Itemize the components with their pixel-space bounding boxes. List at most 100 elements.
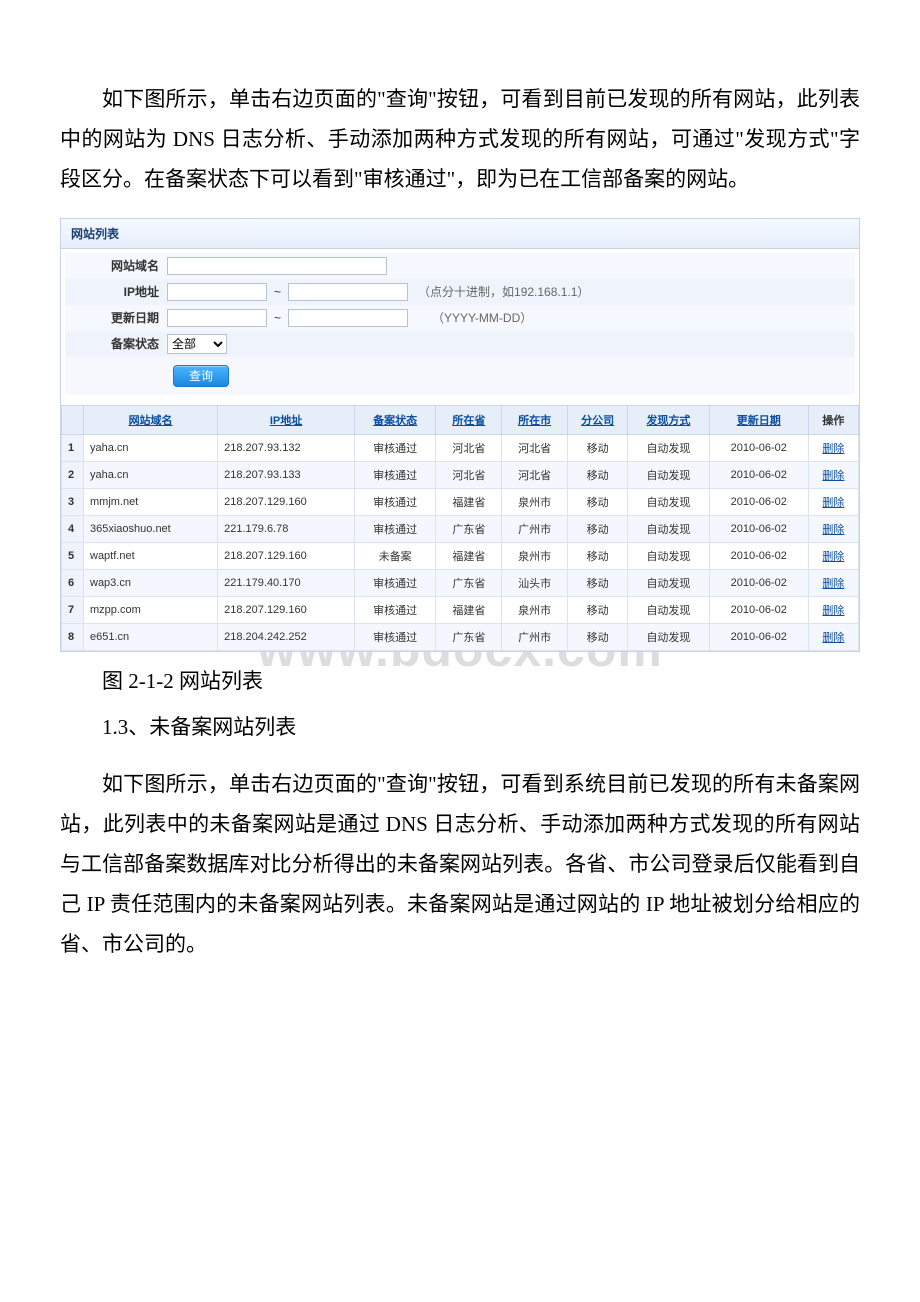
table-row: 6wap3.cn221.179.40.170审核通过广东省汕头市移动自动发现20… — [62, 569, 859, 596]
cell-domain: mzpp.com — [84, 596, 218, 623]
table-row: 7mzpp.com218.207.129.160审核通过福建省泉州市移动自动发现… — [62, 596, 859, 623]
col-method[interactable]: 发现方式 — [628, 405, 710, 434]
table-row: 5waptf.net218.207.129.160未备案福建省泉州市移动自动发现… — [62, 542, 859, 569]
domain-input[interactable] — [167, 257, 387, 275]
label-ip: IP地址 — [65, 283, 167, 300]
cell-op: 删除 — [808, 596, 858, 623]
cell-ip: 218.207.129.160 — [218, 542, 355, 569]
delete-link[interactable]: 删除 — [822, 632, 844, 644]
cell-domain: 365xiaoshuo.net — [84, 515, 218, 542]
status-select[interactable]: 全部 — [167, 334, 227, 354]
button-row: 查询 — [65, 357, 855, 395]
cell-domain: yaha.cn — [84, 434, 218, 461]
delete-link[interactable]: 删除 — [822, 578, 844, 590]
delete-link[interactable]: 删除 — [822, 497, 844, 509]
delete-link[interactable]: 删除 — [822, 605, 844, 617]
cell-city: 广州市 — [502, 515, 568, 542]
cell-idx: 2 — [62, 461, 84, 488]
cell-city: 汕头市 — [502, 569, 568, 596]
delete-link[interactable]: 删除 — [822, 470, 844, 482]
delete-link[interactable]: 删除 — [822, 551, 844, 563]
col-date[interactable]: 更新日期 — [709, 405, 808, 434]
cell-method: 自动发现 — [628, 515, 710, 542]
cell-branch: 移动 — [568, 434, 628, 461]
cell-date: 2010-06-02 — [709, 596, 808, 623]
ip-from-input[interactable] — [167, 283, 267, 301]
cell-branch: 移动 — [568, 569, 628, 596]
form-row-status: 备案状态 全部 — [65, 331, 855, 357]
cell-city: 广州市 — [502, 623, 568, 650]
col-province[interactable]: 所在省 — [436, 405, 502, 434]
col-city[interactable]: 所在市 — [502, 405, 568, 434]
cell-branch: 移动 — [568, 515, 628, 542]
cell-op: 删除 — [808, 461, 858, 488]
cell-ip: 221.179.40.170 — [218, 569, 355, 596]
cell-branch: 移动 — [568, 461, 628, 488]
date-to-input[interactable] — [288, 309, 408, 327]
delete-link[interactable]: 删除 — [822, 443, 844, 455]
search-button[interactable]: 查询 — [173, 365, 229, 387]
table-row: 3mmjm.net218.207.129.160审核通过福建省泉州市移动自动发现… — [62, 488, 859, 515]
col-ip[interactable]: IP地址 — [218, 405, 355, 434]
cell-status: 审核通过 — [354, 515, 436, 542]
cell-status: 未备案 — [354, 542, 436, 569]
cell-ip: 218.207.129.160 — [218, 488, 355, 515]
paragraph-intro: 如下图所示，单击右边页面的"查询"按钮，可看到目前已发现的所有网站，此列表中的网… — [60, 80, 860, 200]
cell-ip: 218.204.242.252 — [218, 623, 355, 650]
date-hint: （YYYY-MM-DD） — [432, 309, 532, 326]
table-row: 4365xiaoshuo.net221.179.6.78审核通过广东省广州市移动… — [62, 515, 859, 542]
form-row-domain: 网站域名 — [65, 253, 855, 279]
cell-status: 审核通过 — [354, 434, 436, 461]
cell-method: 自动发现 — [628, 623, 710, 650]
results-table: 网站域名 IP地址 备案状态 所在省 所在市 分公司 发现方式 更新日期 操作 … — [61, 405, 859, 651]
cell-province: 河北省 — [436, 461, 502, 488]
ip-to-input[interactable] — [288, 283, 408, 301]
table-row: 2yaha.cn218.207.93.133审核通过河北省河北省移动自动发现20… — [62, 461, 859, 488]
cell-province: 广东省 — [436, 569, 502, 596]
col-idx — [62, 405, 84, 434]
cell-domain: wap3.cn — [84, 569, 218, 596]
cell-op: 删除 — [808, 488, 858, 515]
delete-link[interactable]: 删除 — [822, 524, 844, 536]
cell-status: 审核通过 — [354, 623, 436, 650]
cell-method: 自动发现 — [628, 434, 710, 461]
cell-method: 自动发现 — [628, 596, 710, 623]
label-status: 备案状态 — [65, 335, 167, 352]
cell-date: 2010-06-02 — [709, 515, 808, 542]
ip-hint: （点分十进制，如192.168.1.1） — [418, 283, 589, 300]
cell-idx: 5 — [62, 542, 84, 569]
form-row-date: 更新日期 ~ （YYYY-MM-DD） — [65, 305, 855, 331]
col-branch[interactable]: 分公司 — [568, 405, 628, 434]
cell-city: 泉州市 — [502, 596, 568, 623]
cell-province: 广东省 — [436, 515, 502, 542]
cell-city: 泉州市 — [502, 488, 568, 515]
cell-method: 自动发现 — [628, 542, 710, 569]
cell-date: 2010-06-02 — [709, 569, 808, 596]
cell-status: 审核通过 — [354, 569, 436, 596]
cell-province: 福建省 — [436, 488, 502, 515]
cell-province: 福建省 — [436, 596, 502, 623]
cell-province: 福建省 — [436, 542, 502, 569]
cell-idx: 3 — [62, 488, 84, 515]
website-list-panel: 网站列表 网站域名 IP地址 ~ （点分十进制，如192.168.1.1） 更新… — [60, 218, 860, 652]
cell-ip: 221.179.6.78 — [218, 515, 355, 542]
cell-status: 审核通过 — [354, 596, 436, 623]
cell-op: 删除 — [808, 515, 858, 542]
col-domain[interactable]: 网站域名 — [84, 405, 218, 434]
cell-branch: 移动 — [568, 488, 628, 515]
col-status[interactable]: 备案状态 — [354, 405, 436, 434]
tilde-sep: ~ — [271, 285, 284, 299]
search-form: 网站域名 IP地址 ~ （点分十进制，如192.168.1.1） 更新日期 — [61, 249, 859, 395]
cell-branch: 移动 — [568, 623, 628, 650]
col-op: 操作 — [808, 405, 858, 434]
cell-date: 2010-06-02 — [709, 461, 808, 488]
table-row: 8e651.cn218.204.242.252审核通过广东省广州市移动自动发现2… — [62, 623, 859, 650]
cell-city: 河北省 — [502, 434, 568, 461]
cell-domain: yaha.cn — [84, 461, 218, 488]
cell-op: 删除 — [808, 623, 858, 650]
cell-branch: 移动 — [568, 542, 628, 569]
date-from-input[interactable] — [167, 309, 267, 327]
cell-date: 2010-06-02 — [709, 542, 808, 569]
cell-ip: 218.207.93.133 — [218, 461, 355, 488]
cell-ip: 218.207.93.132 — [218, 434, 355, 461]
